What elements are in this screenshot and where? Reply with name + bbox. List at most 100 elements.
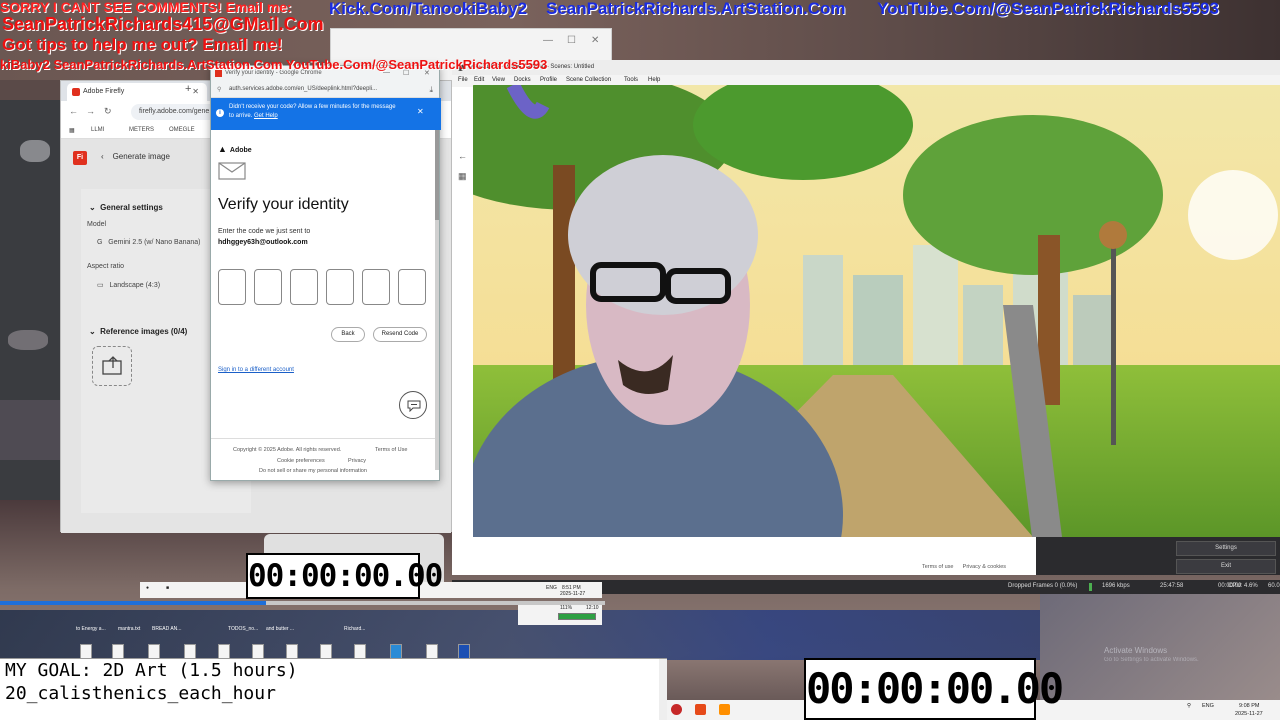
file-icon[interactable]: [320, 644, 332, 659]
file-label[interactable]: TODOS_no...: [228, 626, 258, 632]
language-indicator[interactable]: ENG: [1202, 703, 1214, 709]
page-title: Verify your identity: [218, 196, 349, 213]
app-taskbar-icon[interactable]: [695, 704, 706, 715]
back-button[interactable]: Back: [331, 327, 365, 342]
footer-divider: [211, 438, 435, 439]
back-arrow-icon[interactable]: ←: [458, 151, 467, 161]
file-icon[interactable]: [286, 644, 298, 659]
date[interactable]: 2025-11-27: [560, 591, 585, 597]
battery-bar: [558, 613, 596, 620]
cookie-preferences-link[interactable]: Cookie preferences: [277, 458, 325, 464]
do-not-sell-link[interactable]: Do not sell or share my personal informa…: [259, 468, 367, 474]
terms-of-use-link[interactable]: Terms of use: [922, 564, 953, 570]
menu-docks[interactable]: Docks: [514, 77, 531, 83]
reference-images-toggle[interactable]: ⌄ Reference images (0/4): [89, 327, 187, 336]
file-label[interactable]: Richard...: [344, 626, 365, 632]
file-icon[interactable]: [112, 644, 124, 659]
file-icon[interactable]: [184, 644, 196, 659]
tab-close-icon[interactable]: ✕: [192, 87, 199, 96]
banner-notice: SORRY I CANT SEE COMMENTS! Email me:: [0, 0, 292, 15]
menu-file[interactable]: File: [458, 77, 468, 83]
adobe-logo: ▲ Adobe: [218, 144, 252, 154]
scrollbar[interactable]: [435, 130, 439, 470]
apps-grid-icon[interactable]: ▦: [69, 127, 75, 134]
get-help-link[interactable]: Get Help: [254, 113, 278, 119]
menu-view[interactable]: View: [492, 77, 505, 83]
recipient-email: hdhggey63h@outlook.com: [218, 239, 308, 246]
new-tab-icon[interactable]: +: [185, 83, 191, 95]
code-digit-4[interactable]: [326, 269, 354, 305]
obs-taskbar-icon[interactable]: [671, 704, 682, 715]
menu-edit[interactable]: Edit: [474, 77, 484, 83]
minimize-icon[interactable]: —: [543, 35, 553, 46]
vscode-icon[interactable]: [390, 644, 402, 659]
bookmark-llmi[interactable]: LLMI: [91, 127, 104, 133]
general-settings-toggle[interactable]: ⌄ General settings: [89, 203, 163, 212]
goal-textbox: MY GOAL: 2D Art (1.5 hours) 20_calisthen…: [0, 658, 667, 720]
privacy-link[interactable]: Privacy: [348, 458, 366, 464]
file-label[interactable]: BREAD AN...: [152, 626, 181, 632]
settings-button[interactable]: Settings: [1176, 541, 1276, 556]
code-digit-1[interactable]: [218, 269, 246, 305]
chat-button[interactable]: [399, 391, 427, 419]
aspect-ratio-select[interactable]: ▭ Landscape (4:3): [97, 281, 160, 289]
reload-icon[interactable]: ↻: [104, 106, 112, 117]
site-info-icon[interactable]: ⚲: [217, 86, 221, 93]
exit-button[interactable]: Exit: [1176, 559, 1276, 574]
code-digit-6[interactable]: [398, 269, 426, 305]
bookmark-omegle[interactable]: OMEGLE: [169, 127, 195, 133]
file-icon[interactable]: [354, 644, 366, 659]
back-arrow-icon[interactable]: ←: [69, 106, 78, 116]
maximize-icon[interactable]: ☐: [567, 35, 576, 46]
app-icon[interactable]: ■: [166, 585, 169, 591]
chat-icon: [407, 400, 421, 412]
upload-image-button[interactable]: [92, 346, 132, 386]
upload-icon: [102, 356, 122, 375]
code-digit-5[interactable]: [362, 269, 390, 305]
terms-link[interactable]: Terms of Use: [375, 447, 407, 453]
download-icon[interactable]: ⤓: [429, 85, 433, 95]
firefly-logo[interactable]: Fi: [73, 151, 87, 165]
resend-code-button[interactable]: Resend Code: [373, 327, 427, 342]
obs-side-toolbar: ← ▦: [452, 87, 474, 575]
file-icon[interactable]: [252, 644, 264, 659]
file-icon[interactable]: [218, 644, 230, 659]
chevron-right-icon[interactable]: [458, 644, 470, 659]
goal-line: MY GOAL: 2D Art (1.5 hours): [5, 660, 298, 681]
clock[interactable]: 9:08 PM: [1239, 703, 1259, 709]
menu-tools[interactable]: Tools: [624, 77, 638, 83]
popup-address-bar: ⚲ auth.services.adobe.com/en_US/deeplink…: [211, 82, 439, 98]
model-select[interactable]: G Gemini 2.5 (w/ Nano Banana): [97, 239, 201, 246]
alert-close-icon[interactable]: ✕: [417, 107, 424, 116]
file-label[interactable]: to Energy a...: [76, 626, 106, 632]
close-icon[interactable]: ✕: [591, 35, 599, 46]
forward-arrow-icon[interactable]: →: [86, 106, 95, 116]
menu-profile[interactable]: Profile: [540, 77, 557, 83]
address-bar[interactable]: firefly.adobe.com/gene: [131, 104, 221, 120]
network-meter-icon: [1089, 583, 1092, 591]
vlc-taskbar-icon[interactable]: [719, 704, 730, 715]
file-label[interactable]: and butter ...: [266, 626, 294, 632]
code-digit-2[interactable]: [254, 269, 282, 305]
file-label[interactable]: mantra.txt: [118, 626, 140, 632]
banner-email: SeanPatrickRichards415@GMail.Com: [2, 14, 324, 34]
file-icon[interactable]: [80, 644, 92, 659]
date[interactable]: 2025-11-27: [1235, 711, 1263, 717]
privacy-cookies-link[interactable]: Privacy & cookies: [963, 564, 1006, 570]
menu-help[interactable]: Help: [648, 77, 660, 83]
file-icon[interactable]: [426, 644, 438, 659]
sign-in-different-account-link[interactable]: Sign in to a different account: [218, 367, 294, 373]
code-digit-3[interactable]: [290, 269, 318, 305]
bookmark-meters[interactable]: METERS: [129, 127, 154, 133]
adobe-a-icon: ▲: [218, 144, 227, 154]
menu-scene-collection[interactable]: Scene Collection: [566, 77, 611, 83]
info-alert: i Didn't receive your code? Allow a few …: [211, 98, 424, 130]
file-icon[interactable]: [148, 644, 160, 659]
goal-scrollbar[interactable]: [659, 659, 667, 720]
aspect-ratio-label: Aspect ratio: [87, 263, 124, 270]
app-icon[interactable]: ●: [146, 585, 149, 591]
language-indicator[interactable]: ENG: [546, 585, 557, 591]
network-icon[interactable]: ⚲: [1187, 703, 1191, 709]
copyright-text: Copyright © 2025 Adobe. All rights reser…: [233, 447, 342, 453]
windows-icon[interactable]: ▦: [458, 171, 467, 182]
